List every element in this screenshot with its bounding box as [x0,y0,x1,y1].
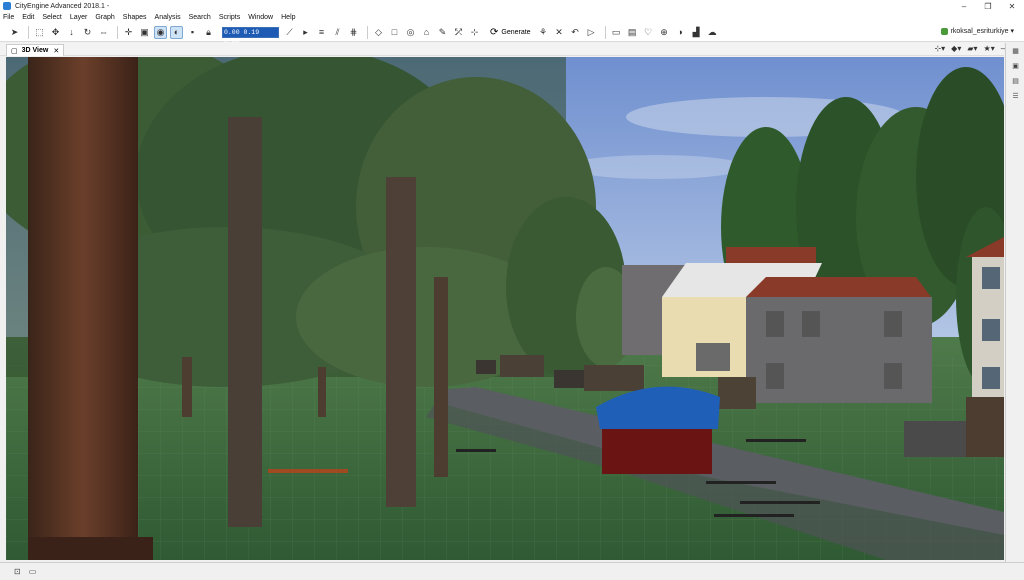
coordinate-input[interactable]: 0.00 0.19 0.00 [222,26,279,45]
viewport-tools: ⊹▾ ◆▾ ▰▾ ★▾ – □ [928,44,1016,53]
ruler-icon[interactable]: ▭ [610,26,623,39]
camera-icon[interactable]: ▪ [186,26,199,39]
cleanup-icon[interactable]: ⚘ [537,26,550,39]
align-tool-icon[interactable]: ⊹ [468,26,481,39]
toolbar-divider [28,25,29,39]
settings-panel-icon[interactable]: ☰ [1010,92,1021,103]
terrain-tool-icon[interactable]: ⌂ [420,26,433,39]
tab-close-icon[interactable]: ✕ [53,47,59,55]
compass-icon[interactable]: ⊕ [658,26,671,39]
select-tool-icon[interactable]: ➤ [8,26,21,39]
heart-icon[interactable]: ♡ [642,26,655,39]
lines-tool-icon[interactable]: ≡ [315,26,328,39]
main-toolbar: ➤ ⬚ ✥ ↓ ↻ ⇔ ✛ ▣ ◉ ◐ ▪ 🔒︎ 0.00 0.19 0.00 … [0,23,1024,45]
transform-tool-icon[interactable]: ⤱ [452,26,465,39]
pan-tool-icon[interactable]: ✛ [122,26,135,39]
zoom-tool-icon[interactable]: ▣ [138,26,151,39]
pointer-icon[interactable]: ▷ [585,26,598,39]
undo-generate-icon[interactable]: ↶ [569,26,582,39]
tree-trunk [386,177,416,507]
frame-tool-icon[interactable]: ⬚ [33,26,46,39]
toolbar-divider [367,25,368,39]
tree-trunk [434,277,448,477]
layers-icon[interactable]: ▰▾ [967,44,977,53]
parallel-lines-icon[interactable]: ⫽ [331,26,344,39]
scale-tool-icon[interactable]: ⇔ [97,26,110,39]
circle-shape-icon[interactable]: ◎ [404,26,417,39]
view-tab-bar: ▢ 3D View ✕ [0,43,1004,56]
grid-tool-icon[interactable]: ⋕ [347,26,360,39]
display-mode-icon[interactable]: ◆▾ [951,44,961,53]
minimize-button[interactable]: – [952,0,976,12]
menu-select[interactable]: Select [42,14,61,21]
camera-nav-icon[interactable]: ⊹▾ [934,44,945,53]
layers-panel-icon[interactable]: ▤ [1010,77,1021,88]
shadow-icon[interactable]: ◑ [674,26,687,39]
view-icon: ▢ [11,47,18,55]
polygon-street-icon[interactable]: ▸ [299,26,312,39]
tab-3d-view[interactable]: ▢ 3D View ✕ [6,44,65,56]
shape-tool-icon[interactable]: ◇ [372,26,385,39]
close-button[interactable]: ✕ [1000,0,1024,12]
drop-tool-icon[interactable]: ↓ [65,26,78,39]
building-gray [746,277,932,403]
street-tool-icon[interactable]: ⟋ [283,26,296,39]
status-bar: ⊡ ▭ [0,562,1024,580]
orbit-tool-icon[interactable]: ◉ [154,25,167,39]
rotate-tool-icon[interactable]: ↻ [81,26,94,39]
toolbar-divider [604,25,606,39]
chart-icon[interactable]: ▟ [690,26,703,39]
menu-shapes[interactable]: Shapes [123,14,147,21]
title-bar: CityEngine Advanced 2018.1 - – ❐ ✕ [0,0,1024,12]
menu-bar: File Edit Select Layer Graph Shapes Anal… [0,12,1024,23]
menu-window[interactable]: Window [248,14,273,21]
inspector-icon[interactable]: ▣ [1010,62,1021,73]
status-tool-icon[interactable]: ⊡ [14,567,21,576]
window-title: CityEngine Advanced 2018.1 - [15,2,110,10]
weather-icon[interactable]: ☁ [706,26,719,39]
bus-icon[interactable]: ▤ [626,26,639,39]
generate-button[interactable]: ⟳ Generate [490,27,531,38]
window-controls: – ❐ ✕ [952,0,1024,12]
menu-graph[interactable]: Graph [95,14,114,21]
tree-trunk [182,357,192,417]
right-sidebar: ▦ ▣ ▤ ☰ [1005,43,1024,563]
cityengine-logo-icon [3,2,11,10]
tree-trunk [228,117,262,527]
tree-trunk [318,367,326,417]
bookmarks-icon[interactable]: ★▾ [984,44,995,53]
subdivide-icon[interactable]: ✕ [553,26,566,39]
menu-file[interactable]: File [3,14,14,21]
user-name: rkoksal_esriturkiye ▾ [950,28,1014,35]
rectangle-shape-icon[interactable]: □ [388,26,401,39]
toolbar-divider [117,25,118,39]
loot-crate [596,386,720,474]
status-folder-icon[interactable]: ▭ [29,567,37,576]
menu-help[interactable]: Help [281,14,295,21]
big-tree-trunk [28,57,138,560]
tab-label: 3D View [21,47,49,54]
menu-scripts[interactable]: Scripts [219,14,240,21]
menu-search[interactable]: Search [189,14,211,21]
brush-tool-icon[interactable]: ✎ [436,26,449,39]
menu-edit[interactable]: Edit [22,14,34,21]
user-account[interactable]: rkoksal_esriturkiye ▾ [940,27,1014,35]
scene-render [6,57,1004,560]
menu-analysis[interactable]: Analysis [155,14,181,21]
3d-viewport[interactable] [6,57,1004,560]
move-tool-icon[interactable]: ✥ [49,26,62,39]
lock-icon[interactable]: 🔒︎ [202,26,215,39]
maximize-button[interactable]: ❐ [976,0,1000,12]
navigate-tool-icon[interactable]: ◐ [170,25,183,39]
navigator-icon[interactable]: ▦ [1010,47,1021,58]
generate-label: Generate [501,28,531,36]
user-icon [940,27,948,35]
menu-layer[interactable]: Layer [70,14,88,21]
generate-icon: ⟳ [490,26,499,38]
